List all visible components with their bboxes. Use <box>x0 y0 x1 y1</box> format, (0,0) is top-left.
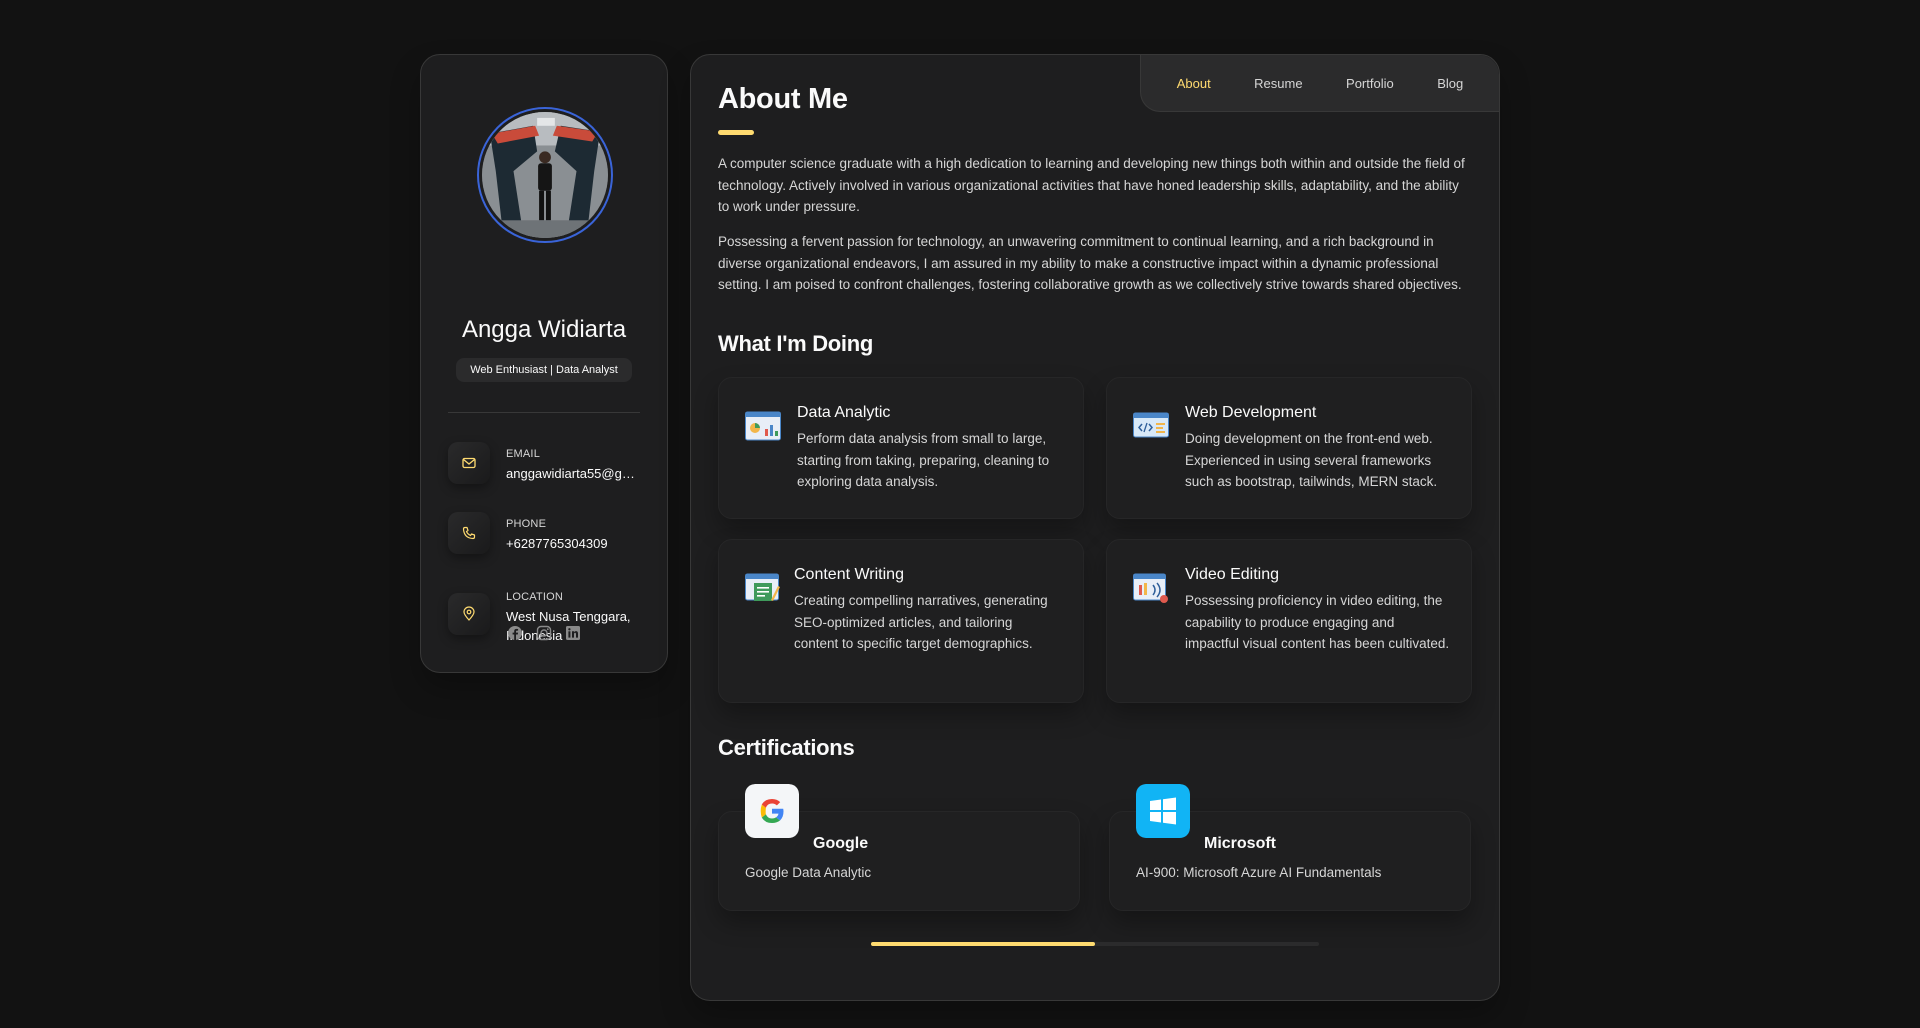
mail-icon <box>448 442 490 484</box>
service-title: Data Analytic <box>797 404 891 421</box>
service-title: Web Development <box>1185 404 1317 421</box>
certification-name: Google Data Analytic <box>745 865 872 880</box>
about-paragraph-1: A computer science graduate with a high … <box>718 156 1465 214</box>
service-card-video-editing: Video Editing Possessing proficiency in … <box>1106 539 1472 703</box>
phone-icon <box>448 512 490 554</box>
service-text: Creating compelling narratives, generati… <box>794 593 1048 651</box>
instagram-icon[interactable] <box>536 625 552 641</box>
contact-phone: PHONE +6287765304309 <box>448 512 648 558</box>
about-paragraph-2: Possessing a fervent passion for technol… <box>718 234 1462 292</box>
service-text: Doing development on the front-end web. … <box>1185 431 1438 489</box>
windows-logo-icon <box>1136 784 1190 838</box>
nav-link-resume[interactable]: Resume <box>1254 76 1302 91</box>
profile-sidebar: Angga Widiarta Web Enthusiast | Data Ana… <box>420 54 668 673</box>
service-title: Content Writing <box>794 566 904 583</box>
certification-name: AI-900: Microsoft Azure AI Fundamentals <box>1136 865 1382 880</box>
social-links <box>421 625 667 641</box>
video-editing-icon <box>1133 572 1169 604</box>
certification-issuer: Google <box>813 835 869 852</box>
certification-card-microsoft[interactable]: Microsoft AI-900: Microsoft Azure AI Fun… <box>1109 784 1471 911</box>
page-title: About Me <box>718 83 848 115</box>
avatar-photo <box>482 112 608 238</box>
avatar <box>477 107 613 243</box>
carousel-scrollbar-thumb[interactable] <box>871 942 1095 946</box>
web-development-icon <box>1133 410 1169 442</box>
service-title: Video Editing <box>1185 566 1279 583</box>
facebook-icon[interactable] <box>507 625 523 641</box>
nav-link-blog[interactable]: Blog <box>1437 76 1463 91</box>
service-text: Perform data analysis from small to larg… <box>797 431 1050 489</box>
google-logo-icon <box>745 784 799 838</box>
content-writing-icon <box>745 572 781 604</box>
linkedin-icon[interactable] <box>565 625 581 641</box>
contact-phone-value[interactable]: +6287765304309 <box>506 534 640 553</box>
section-title-doing: What I'm Doing <box>718 331 874 356</box>
nav-link-portfolio[interactable]: Portfolio <box>1346 76 1394 91</box>
carousel-scrollbar[interactable] <box>871 942 1319 946</box>
contact-phone-label: PHONE <box>506 518 547 530</box>
service-card-content-writing: Content Writing Creating compelling narr… <box>718 539 1084 703</box>
contact-email-value[interactable]: anggawidiarta55@gmail.com <box>506 464 640 483</box>
title-underline <box>718 130 754 135</box>
contact-email: EMAIL anggawidiarta55@gmail.com <box>448 442 648 488</box>
profile-name: Angga Widiarta <box>461 316 627 343</box>
service-card-web-development: Web Development Doing development on the… <box>1106 377 1472 519</box>
profile-title-badge: Web Enthusiast | Data Analyst <box>456 358 632 382</box>
contact-location-label: LOCATION <box>506 591 564 603</box>
main-content: About Resume Portfolio Blog About Me A c… <box>690 54 1500 1001</box>
navbar: About Resume Portfolio Blog <box>1140 55 1499 112</box>
nav-link-about[interactable]: About <box>1177 76 1211 91</box>
contact-email-label: EMAIL <box>506 448 541 460</box>
service-text: Possessing proficiency in video editing,… <box>1185 593 1450 651</box>
certification-issuer: Microsoft <box>1204 835 1276 852</box>
service-card-data-analytic: Data Analytic Perform data analysis from… <box>718 377 1084 519</box>
section-title-certifications: Certifications <box>718 735 855 760</box>
data-analytic-icon <box>745 410 781 442</box>
certification-card-google[interactable]: Google Google Data Analytic <box>718 784 1080 911</box>
sidebar-divider <box>448 412 640 413</box>
